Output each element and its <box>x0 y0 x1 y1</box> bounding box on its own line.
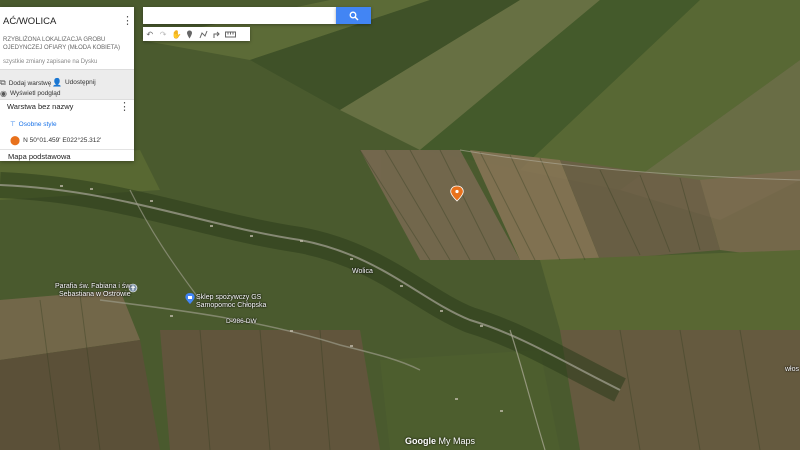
my-maps-wordmark: My Maps <box>438 436 476 446</box>
shop-label-line2: Samopomoc Chłopska <box>196 302 267 309</box>
feature-pin-icon: ⬤ <box>10 135 21 145</box>
map-title[interactable]: AĆ/WOLICA <box>3 16 56 27</box>
save-status-text: szystkie zmiany zapisane na Dysku <box>3 59 98 65</box>
pan-tool-button[interactable]: ✋ <box>170 27 183 41</box>
directions-button[interactable] <box>210 27 223 41</box>
church-label-line1: Parafia św. Fabiana i św. <box>55 283 133 290</box>
preview-button[interactable]: ◉ Wyświetl podgląd <box>0 89 61 98</box>
layer-style-label: Osobne style <box>18 120 57 128</box>
search-icon <box>349 11 358 20</box>
directions-icon <box>213 31 220 38</box>
basemap-section[interactable]: Mapa podstawowa <box>0 149 134 161</box>
basemap-label: Mapa podstawowa <box>8 152 71 161</box>
map-toolbar: ↶ ↷ ✋ <box>143 27 250 41</box>
feature-coordinates: N 50°01.459' E022°25.312' <box>23 137 102 144</box>
draw-line-button[interactable] <box>197 27 210 41</box>
measure-button[interactable] <box>223 27 236 41</box>
description-line-1: RZYBLIŻONA LOKALIZACJA GROBU <box>3 37 106 43</box>
add-layer-button[interactable]: ⧉ Dodaj warstwę <box>0 78 51 88</box>
preview-label: Wyświetl podgląd <box>9 90 61 97</box>
draw-line-icon <box>199 30 208 38</box>
panel-actions-bar: ⧉ Dodaj warstwę 👤 Udostępnij ◉ Wyświetl … <box>0 69 134 100</box>
layer-name[interactable]: Warstwa bez nazwy <box>7 102 73 111</box>
search-box <box>143 7 336 26</box>
redo-icon: ↷ <box>159 29 167 39</box>
undo-icon: ↶ <box>146 29 154 39</box>
village-label: Wolica <box>352 268 373 275</box>
layer-options-kebab-icon[interactable]: ⋮ <box>119 101 130 113</box>
add-layer-label: Dodaj warstwę <box>8 79 52 87</box>
eye-icon: ◉ <box>0 89 7 98</box>
share-button[interactable]: 👤 Udostępnij <box>52 78 96 87</box>
google-wordmark: Google <box>405 436 436 446</box>
edge-place-label: włos <box>785 366 800 373</box>
ruler-icon <box>224 31 236 37</box>
layer-style-link[interactable]: ⊤ Osobne style <box>10 120 57 129</box>
search-button[interactable] <box>336 7 371 24</box>
redo-button[interactable]: ↷ <box>156 27 169 41</box>
church-label-line2: Sebastiana w Ostrowie <box>59 291 131 298</box>
description-line-2: OJEDYNCZEJ OFIARY (MŁODA KOBIETA) <box>3 45 121 51</box>
add-person-icon: 👤 <box>52 78 62 87</box>
search-input[interactable] <box>143 9 336 26</box>
map-description[interactable]: RZYBLIŻONA LOKALIZACJA GROBU OJEDYNCZEJ O… <box>3 36 120 52</box>
layer-feature-item[interactable]: ⬤ N 50°01.459' E022°25.312' <box>10 135 101 146</box>
add-layer-icon: ⧉ <box>0 78 6 87</box>
map-options-kebab-icon[interactable]: ⋮ <box>122 15 133 27</box>
undo-button[interactable]: ↶ <box>143 27 156 41</box>
share-label: Udostępnij <box>64 79 96 86</box>
road-number-label: D-986-DW <box>226 318 257 325</box>
add-marker-button[interactable] <box>183 27 196 41</box>
google-my-maps-logo: Google My Maps <box>405 436 475 446</box>
marker-add-icon <box>187 30 193 38</box>
hand-pan-icon: ✋ <box>171 29 182 39</box>
shop-label-line1: Sklep spożywczy GS <box>196 294 262 301</box>
map-legend-panel: AĆ/WOLICA ⋮ RZYBLIŻONA LOKALIZACJA GROBU… <box>0 7 134 161</box>
paint-roller-icon: ⊤ <box>10 121 16 128</box>
